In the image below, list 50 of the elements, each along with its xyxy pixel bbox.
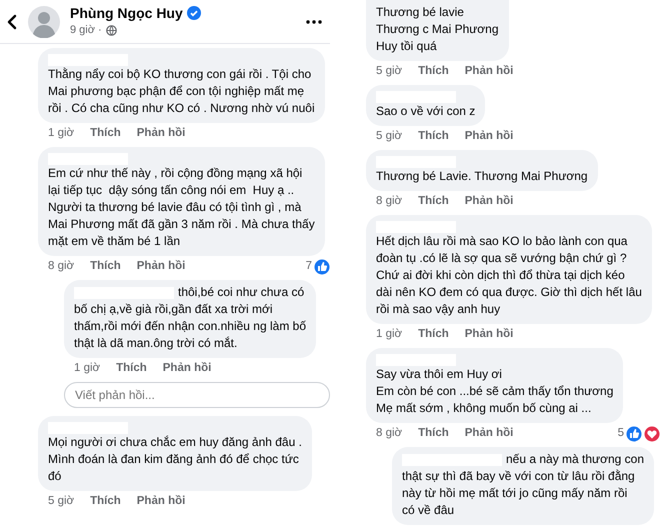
comment-text: Sao o về với con z	[376, 104, 476, 118]
comment-time: 8 giờ	[48, 259, 74, 274]
comment-text: nếu a này mà thương con thật sự thì đã bay về với con từ lâu rồi đằng này từ hồi mẹ mất tới jo cũng mấy năm rồi có về đâu	[402, 451, 644, 519]
reply-link[interactable]: Phản hồi	[464, 128, 514, 146]
more-icon[interactable]	[306, 20, 322, 24]
comment-time: 1 giờ	[48, 126, 74, 142]
love-icon	[644, 426, 660, 442]
like-icon	[314, 259, 330, 275]
reaction-count: 7	[306, 259, 312, 274]
globe-icon	[106, 24, 117, 36]
reply-link[interactable]: Phản hồi	[464, 63, 514, 81]
comment-time: 8 giờ	[376, 426, 402, 442]
comment-text: Thằng nẩy coi bộ KO thương con gái rồi . Tội cho Mai phương bạc phận để con tội nghiệp mất mẹ rồi . Có cha cũng như KO có . Nương nhờ vú nuôi	[48, 67, 315, 115]
back-icon[interactable]	[6, 14, 18, 30]
verified-icon	[186, 6, 201, 20]
comment-time: 5 giờ	[376, 64, 402, 80]
comment-time: 1 giờ	[376, 327, 402, 342]
comment-text: Em cứ như thế này , rồi cộng đồng mạng xã hội lại tiếp tục dậy sóng tấn công nói em Huy ạ .. Người ta thương bé lavie đâu có tội tình gì , mà Mai Phương mất đã gần 3 năm rồi . Mà chưa thấy mặt em về thăm bé 1 lần	[48, 166, 315, 248]
reply-link[interactable]: Phản hồi	[464, 425, 514, 443]
reply-link[interactable]: Phản hồi	[136, 493, 186, 511]
like-link[interactable]: Thích	[90, 493, 121, 511]
reply-link[interactable]: Phản hồi	[136, 125, 186, 143]
comment-time: 1 giờ	[74, 361, 100, 376]
avatar	[28, 6, 60, 38]
like-link[interactable]: Thích	[418, 193, 449, 211]
like-link[interactable]: Thích	[418, 63, 449, 81]
comment-time: 5 giờ	[376, 129, 402, 144]
reply-link[interactable]: Phản hồi	[464, 193, 514, 211]
reply-field[interactable]: Viết phản hồi...	[64, 382, 330, 408]
like-link[interactable]: Thích	[418, 425, 449, 443]
comment-text: Mọi người ơi chưa chắc em huy đăng ảnh đâu . Mình đoán là đan kim đăng ảnh đó để chọc tức đó	[48, 435, 302, 483]
comment-text: Thương bé lavie Thương c Mai Phương Huy tồi quá	[376, 5, 499, 53]
reply-link[interactable]: Phản hồi	[136, 258, 186, 276]
like-link[interactable]: Thích	[418, 326, 449, 344]
like-icon	[626, 426, 642, 442]
comment-text: Thương bé Lavie. Thương Mai Phương	[376, 169, 588, 183]
like-link[interactable]: Thích	[90, 258, 121, 276]
reply-link[interactable]: Phản hồi	[464, 326, 514, 344]
comment-time: 8 giờ	[376, 194, 402, 210]
like-link[interactable]: Thích	[116, 360, 147, 378]
comment-text: Say vừa thôi em Huy ơi Em còn bé con ...bé sẽ cảm thấy tổn thương Mẹ mất sớm , không muốn bố cùng ai ...	[376, 367, 614, 415]
comment-text: Hết dịch lâu rồi mà sao KO lo bảo lành con qua đoàn tụ .có lẽ là sợ qua sẽ vướng bận chứ gì ? Chứ ai đời khi còn dịch thì đổ thừa tại dịch kéo dài nên KO đem có qua được. Giờ thì dịch hết lâu rồi mà sao vậy anh huy	[376, 234, 642, 316]
post-time: 9 giờ ·	[70, 22, 102, 38]
like-link[interactable]: Thích	[418, 128, 449, 146]
comment-text: thôi,bé coi như chưa có bố chị ạ,về già rồi,gần đất xa trời mới thấm,rồi mới đến nhận con.nhiều ng làm bố thật là dã man.ông trời có mắt.	[74, 284, 306, 352]
comment-time: 5 giờ	[48, 494, 74, 510]
author-name[interactable]: Phùng Ngọc Huy	[70, 4, 183, 22]
like-link[interactable]: Thích	[90, 125, 121, 143]
reaction-count: 5	[618, 426, 624, 442]
reply-link[interactable]: Phản hồi	[162, 360, 212, 378]
